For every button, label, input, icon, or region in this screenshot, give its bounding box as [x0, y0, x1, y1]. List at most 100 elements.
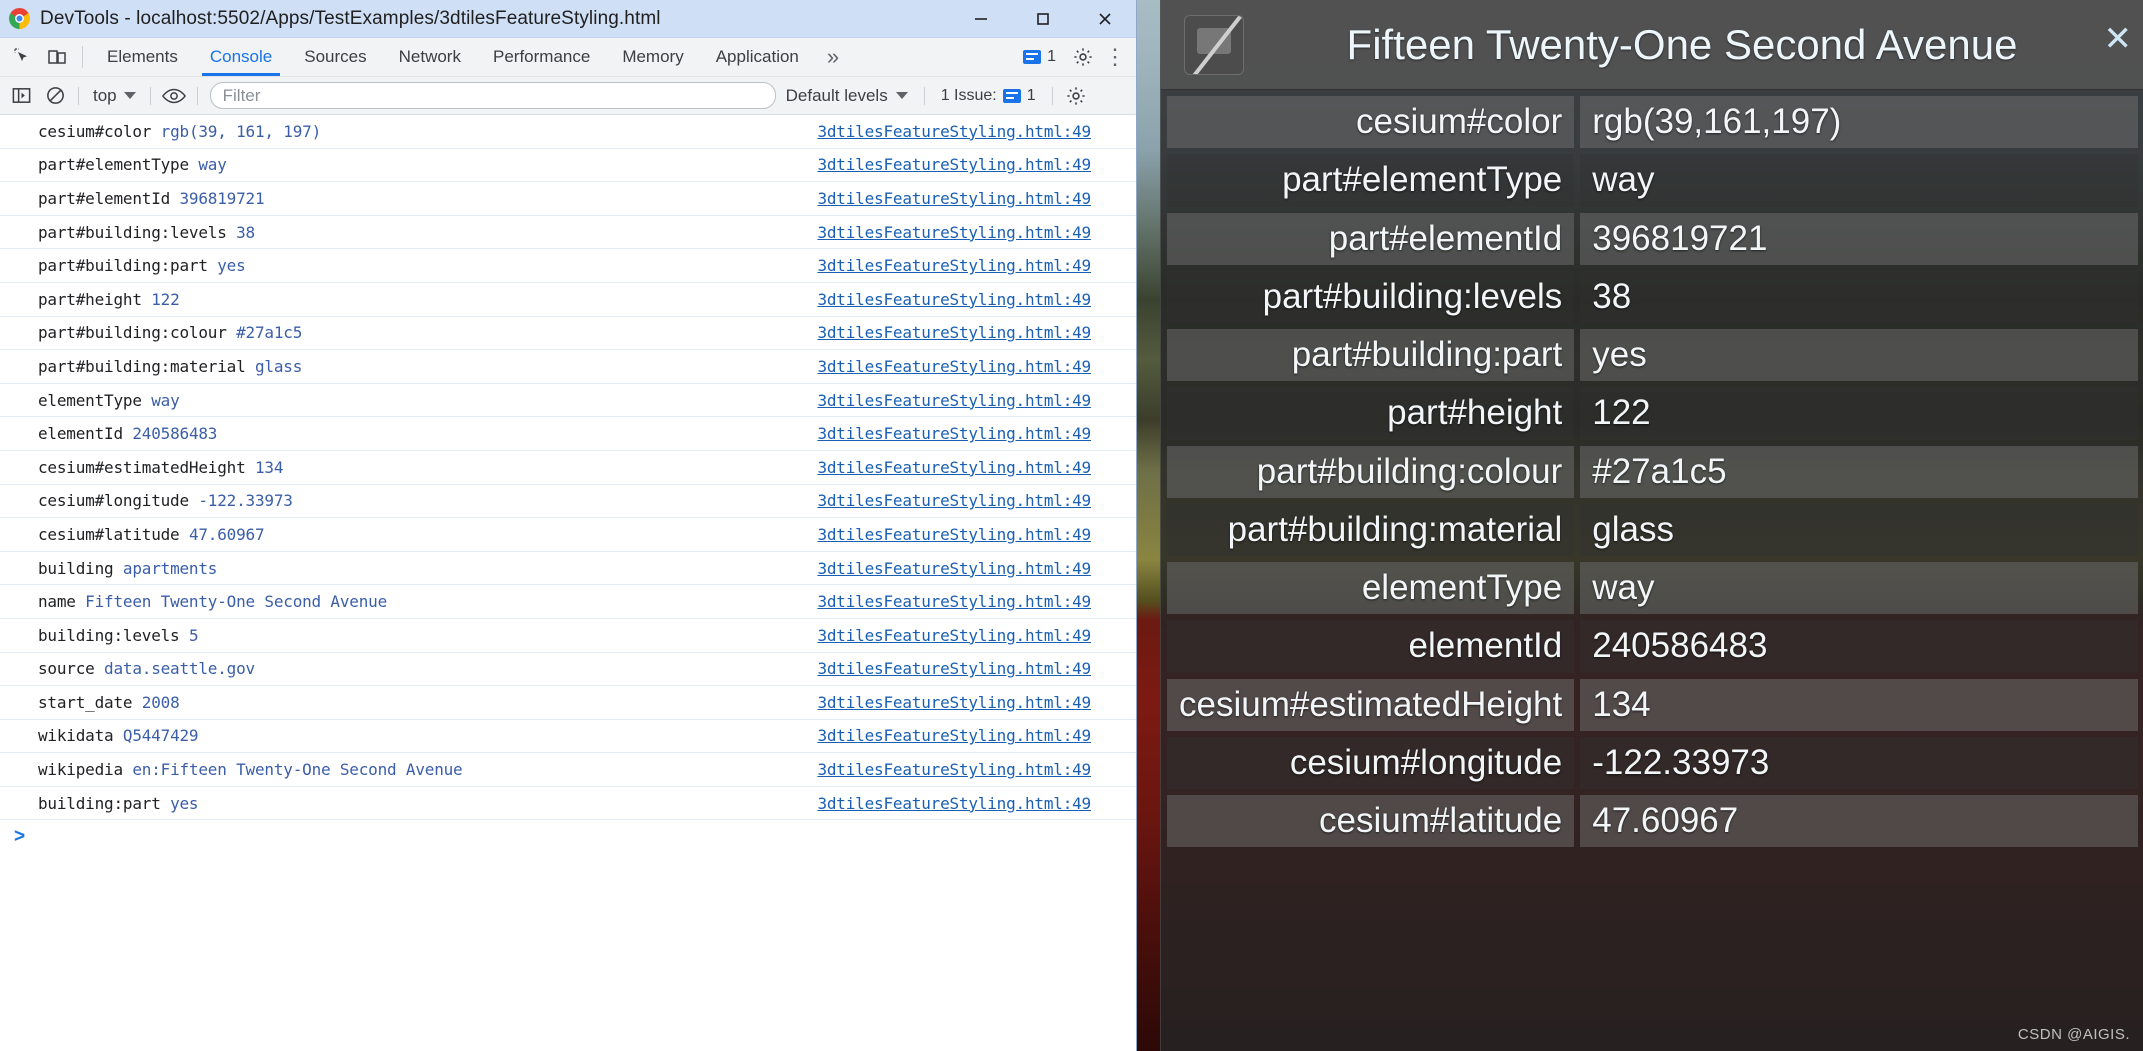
console-source-link[interactable]: 3dtilesFeatureStyling.html:49 — [817, 424, 1091, 443]
console-message-value: 134 — [254, 457, 284, 477]
console-message-key: part#building:levels — [38, 222, 237, 242]
console-source-link[interactable]: 3dtilesFeatureStyling.html:49 — [817, 290, 1091, 309]
window-title: DevTools - localhost:5502/Apps/TestExamp… — [40, 7, 661, 29]
console-message-row[interactable]: elementId 240586483 3dtilesFeatureStyling… — [0, 417, 1136, 451]
tab-label: Performance — [492, 47, 591, 66]
window-controls — [950, 0, 1136, 37]
console-message-row[interactable]: part#height 122 3dtilesFeatureStyling.htm… — [0, 283, 1136, 317]
tab-sources[interactable]: Sources — [288, 38, 382, 76]
clear-console-icon[interactable] — [38, 77, 72, 114]
infobox-close-icon[interactable]: ✕ — [2104, 22, 2133, 56]
console-message-row[interactable]: building:part yes 3dtilesFeatureStyling.h… — [0, 787, 1136, 821]
console-source-link[interactable]: 3dtilesFeatureStyling.html:49 — [817, 726, 1091, 745]
console-message-key: cesium#color — [38, 121, 161, 141]
console-message-row[interactable]: elementType way 3dtilesFeatureStyling.htm… — [0, 384, 1136, 418]
console-message-row[interactable]: cesium#estimatedHeight 134 3dtilesFeature… — [0, 451, 1136, 485]
console-settings-gear-icon[interactable] — [1059, 77, 1093, 114]
console-source-link[interactable]: 3dtilesFeatureStyling.html:49 — [817, 256, 1091, 275]
console-message-row[interactable]: wikidata Q5447429 3dtilesFeatureStyling.h… — [0, 720, 1136, 754]
infobox-property-value: #27a1c5 — [1580, 445, 2138, 498]
console-message-key: name — [38, 592, 86, 612]
console-message-row[interactable]: part#building:part yes 3dtilesFeatureStyl… — [0, 249, 1136, 283]
console-message-text: cesium#latitude 47.60967 — [38, 524, 265, 544]
toggle-device-toolbar-icon[interactable] — [40, 38, 74, 76]
console-message-row[interactable]: name Fifteen Twenty-One Second Avenue 3dt… — [0, 585, 1136, 619]
infobox-property-row: cesium#estimatedHeight 134 — [1167, 678, 2138, 731]
console-message-row[interactable]: cesium#color rgb(39, 161, 197) 3dtilesFea… — [0, 115, 1136, 149]
console-source-link[interactable]: 3dtilesFeatureStyling.html:49 — [817, 155, 1091, 174]
console-message-value: 122 — [151, 289, 180, 309]
tab-network[interactable]: Network — [383, 38, 477, 76]
console-message-row[interactable]: cesium#latitude 47.60967 3dtilesFeatureSt… — [0, 518, 1136, 552]
console-message-row[interactable]: part#building:colour #27a1c5 3dtilesFeatu… — [0, 317, 1136, 351]
execution-context-select[interactable]: top — [85, 86, 144, 106]
tab-elements[interactable]: Elements — [91, 38, 194, 76]
console-message-row[interactable]: part#elementId 396819721 3dtilesFeatureSt… — [0, 182, 1136, 216]
tab-console[interactable]: Console — [194, 38, 288, 76]
console-message-list[interactable]: cesium#color rgb(39, 161, 197) 3dtilesFea… — [0, 115, 1136, 1051]
console-message-row[interactable]: part#elementType way 3dtilesFeatureStylin… — [0, 149, 1136, 183]
console-source-link[interactable]: 3dtilesFeatureStyling.html:49 — [817, 693, 1091, 712]
console-source-link[interactable]: 3dtilesFeatureStyling.html:49 — [817, 559, 1091, 578]
console-message-key: wikidata — [38, 726, 123, 746]
issues-badge[interactable]: 1 Issue: 1 — [931, 87, 1046, 105]
console-message-text: elementId 240586483 — [38, 424, 217, 443]
console-message-row[interactable]: building:levels 5 3dtilesFeatureStyling.h… — [0, 619, 1136, 653]
console-message-key: cesium#latitude — [38, 524, 189, 544]
infobox-property-row: cesium#latitude 47.60967 — [1167, 795, 2138, 848]
console-source-link[interactable]: 3dtilesFeatureStyling.html:49 — [817, 357, 1091, 376]
infobox-property-value: 38 — [1580, 270, 2138, 323]
infobox-property-key: part#elementId — [1167, 212, 1575, 265]
console-source-link[interactable]: 3dtilesFeatureStyling.html:49 — [817, 592, 1091, 611]
chevron-down-icon — [123, 92, 136, 99]
console-message-text: cesium#color rgb(39, 161, 197) — [38, 122, 321, 141]
console-message-row[interactable]: source data.seattle.gov 3dtilesFeatureSty… — [0, 653, 1136, 687]
console-message-key: part#building:part — [38, 256, 218, 276]
tabstrip-right-actions: 1 ⋮ — [1013, 38, 1136, 76]
console-message-value: -122.33973 — [198, 491, 293, 511]
console-message-text: building apartments — [38, 559, 217, 578]
console-source-link[interactable]: 3dtilesFeatureStyling.html:49 — [817, 760, 1091, 779]
console-message-row[interactable]: building apartments 3dtilesFeatureStyling… — [0, 552, 1136, 586]
tab-application[interactable]: Application — [700, 38, 815, 76]
console-message-row[interactable]: part#building:material glass 3dtilesFeatu… — [0, 350, 1136, 384]
devtools-menu-icon[interactable]: ⋮ — [1100, 44, 1130, 70]
tab-memory[interactable]: Memory — [606, 38, 699, 76]
console-source-link[interactable]: 3dtilesFeatureStyling.html:49 — [817, 491, 1091, 510]
console-source-link[interactable]: 3dtilesFeatureStyling.html:49 — [817, 122, 1091, 141]
console-source-link[interactable]: 3dtilesFeatureStyling.html:49 — [817, 458, 1091, 477]
console-source-link[interactable]: 3dtilesFeatureStyling.html:49 — [817, 659, 1091, 678]
infobox-property-value: 134 — [1580, 678, 2138, 731]
more-tabs-icon[interactable]: » — [815, 38, 849, 76]
console-source-link[interactable]: 3dtilesFeatureStyling.html:49 — [817, 626, 1091, 645]
console-source-link[interactable]: 3dtilesFeatureStyling.html:49 — [817, 391, 1091, 410]
camera-disabled-icon[interactable] — [1184, 14, 1244, 75]
tab-performance[interactable]: Performance — [477, 38, 606, 76]
console-prompt-row[interactable]: > — [0, 820, 1136, 854]
console-source-link[interactable]: 3dtilesFeatureStyling.html:49 — [817, 323, 1091, 342]
console-message-value: data.seattle.gov — [104, 659, 255, 679]
console-source-link[interactable]: 3dtilesFeatureStyling.html:49 — [817, 525, 1091, 544]
close-button[interactable] — [1074, 0, 1136, 37]
message-count-badge[interactable]: 1 — [1013, 48, 1066, 66]
console-message-row[interactable]: cesium#longitude -122.33973 3dtilesFeatur… — [0, 485, 1136, 519]
infobox-property-key: part#building:colour — [1167, 445, 1575, 498]
console-message-key: part#height — [38, 289, 152, 309]
console-sidebar-toggle-icon[interactable] — [4, 77, 38, 114]
toolbar-divider — [149, 86, 151, 105]
console-message-row[interactable]: wikipedia en:Fifteen Twenty-One Second A… — [0, 753, 1136, 787]
console-message-row[interactable]: start_date 2008 3dtilesFeatureStyling.htm… — [0, 686, 1136, 720]
inspect-element-icon[interactable] — [6, 38, 40, 76]
maximize-button[interactable] — [1012, 0, 1074, 37]
log-levels-select[interactable]: Default levels — [776, 86, 918, 106]
console-source-link[interactable]: 3dtilesFeatureStyling.html:49 — [817, 223, 1091, 242]
live-expression-eye-icon[interactable] — [157, 77, 191, 114]
console-source-link[interactable]: 3dtilesFeatureStyling.html:49 — [817, 794, 1091, 813]
settings-gear-icon[interactable] — [1066, 46, 1100, 68]
infobox-property-value: way — [1580, 562, 2138, 615]
filter-input[interactable] — [209, 82, 776, 109]
console-message-row[interactable]: part#building:levels 38 3dtilesFeatureSty… — [0, 216, 1136, 250]
minimize-button[interactable] — [950, 0, 1012, 37]
console-source-link[interactable]: 3dtilesFeatureStyling.html:49 — [817, 189, 1091, 208]
console-message-value: Fifteen Twenty-One Second Avenue — [85, 592, 388, 612]
